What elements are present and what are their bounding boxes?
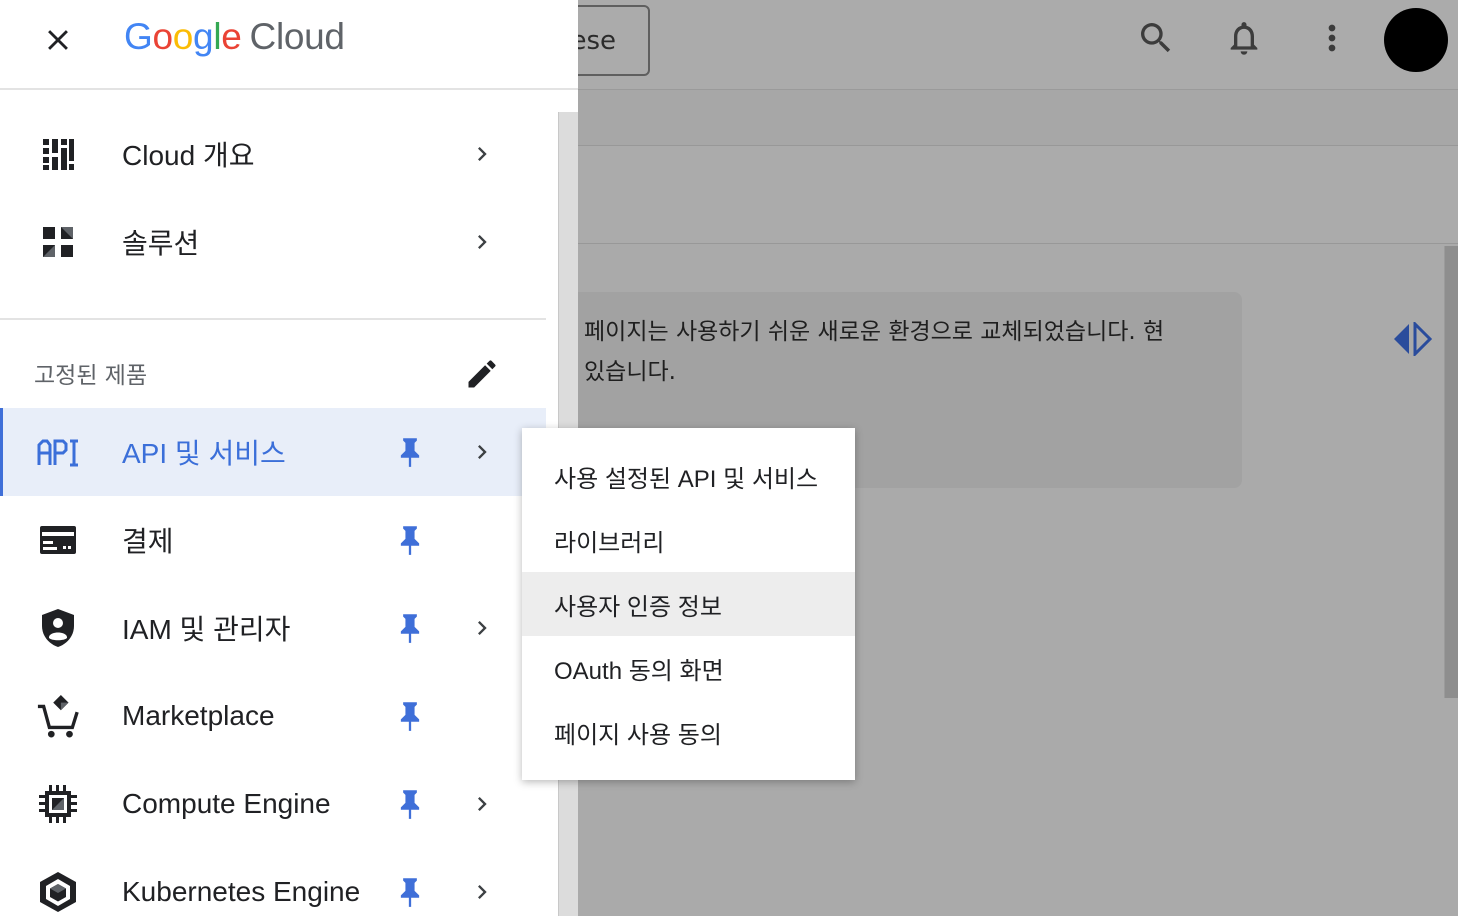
logo-letter: g: [193, 16, 214, 57]
compute-chip-icon: [36, 782, 80, 826]
pin-icon[interactable]: [396, 436, 424, 468]
logo-product: Cloud: [249, 16, 345, 57]
search-icon[interactable]: [1132, 14, 1180, 62]
pin-icon[interactable]: [396, 700, 424, 732]
navigation-drawer: Google Cloud Cloud 개요 솔루션 고정된 제품 API 및 서…: [0, 0, 578, 916]
nav-item-label: API 및 서비스: [122, 438, 286, 469]
nav-item-solutions[interactable]: 솔루션: [0, 198, 546, 286]
panel-toggle-icon[interactable]: [1392, 322, 1432, 356]
nav-item-label: Compute Engine: [122, 788, 331, 819]
logo-letter: o: [172, 16, 194, 57]
notifications-bell-icon[interactable]: [1220, 14, 1268, 62]
nav-item-cloud-overview[interactable]: Cloud 개요: [0, 110, 546, 198]
drawer-header: Google Cloud: [0, 0, 578, 90]
dashboard-icon: [36, 132, 80, 176]
pin-icon[interactable]: [396, 524, 424, 556]
pin-icon[interactable]: [396, 876, 424, 908]
kubernetes-icon: [36, 870, 80, 914]
solutions-grid-icon: [36, 220, 80, 264]
logo-letter: e: [221, 16, 242, 57]
api-services-submenu: 사용 설정된 API 및 서비스 라이브러리 사용자 인증 정보 OAuth 동…: [522, 428, 855, 780]
submenu-item-credentials[interactable]: 사용자 인증 정보: [522, 572, 855, 636]
nav-item-label: 솔루션: [122, 228, 200, 259]
more-vert-icon[interactable]: [1308, 14, 1356, 62]
pin-icon[interactable]: [396, 788, 424, 820]
nav-item-label: Marketplace: [122, 700, 275, 731]
billing-card-icon: [36, 518, 80, 562]
nav-item-iam-admin[interactable]: IAM 및 관리자: [0, 584, 546, 672]
chevron-right-icon: [478, 235, 487, 249]
edit-pencil-icon[interactable]: [464, 356, 500, 392]
chevron-right-icon: [478, 445, 487, 459]
api-icon: [36, 430, 80, 474]
notice-line: 있습니다.: [584, 359, 676, 385]
avatar[interactable]: [1384, 8, 1448, 72]
logo-letter: o: [152, 16, 173, 57]
nav-item-billing[interactable]: 결제: [0, 496, 546, 584]
chevron-right-icon: [478, 885, 487, 899]
nav-item-api-services[interactable]: API 및 서비스: [0, 408, 546, 496]
submenu-item-enabled-apis[interactable]: 사용 설정된 API 및 서비스: [522, 444, 855, 508]
marketplace-cart-icon: [36, 694, 80, 738]
pinned-products-heading: 고정된 제품: [34, 363, 148, 389]
nav-item-label: Kubernetes Engine: [122, 876, 361, 907]
divider: [0, 318, 546, 320]
nav-item-marketplace[interactable]: Marketplace: [0, 672, 546, 760]
submenu-item-library[interactable]: 라이브러리: [522, 508, 855, 572]
submenu-item-oauth-consent[interactable]: OAuth 동의 화면: [522, 636, 855, 700]
notice-line: 페이지는 사용하기 쉬운 새로운 환경으로 교체되었습니다. 현: [584, 319, 1165, 345]
nav-item-label: Cloud 개요: [122, 140, 255, 171]
submenu-item-page-usage-agreement[interactable]: 페이지 사용 동의: [522, 700, 855, 764]
nav-item-compute-engine[interactable]: Compute Engine: [0, 760, 546, 848]
nav-item-label: 결제: [122, 526, 174, 557]
close-icon[interactable]: [36, 18, 80, 62]
chevron-right-icon: [478, 621, 487, 635]
pin-icon[interactable]: [396, 612, 424, 644]
nav-item-kubernetes-engine[interactable]: Kubernetes Engine: [0, 848, 546, 916]
chevron-right-icon: [478, 797, 487, 811]
logo-letter: G: [124, 16, 153, 57]
page-scrollbar[interactable]: [1444, 246, 1458, 698]
nav-item-label: IAM 및 관리자: [122, 614, 291, 645]
google-cloud-logo[interactable]: Google Cloud: [124, 16, 345, 58]
iam-shield-icon: [36, 606, 80, 650]
chevron-right-icon: [478, 147, 487, 161]
